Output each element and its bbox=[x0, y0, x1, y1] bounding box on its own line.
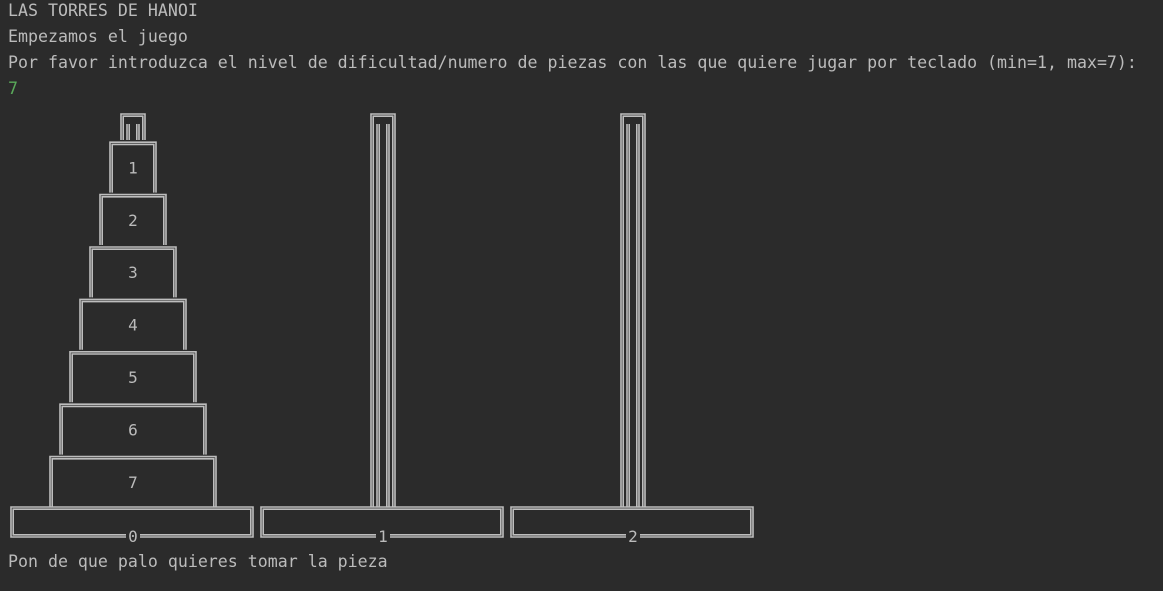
peg-pole-tip bbox=[120, 113, 146, 140]
peg-2[interactable]: 2 bbox=[510, 113, 754, 546]
disk-number: 3 bbox=[128, 263, 138, 282]
disk-number: 1 bbox=[128, 158, 138, 177]
peg-1[interactable]: 1 bbox=[260, 113, 504, 546]
peg-pole bbox=[370, 113, 396, 507]
peg-0[interactable]: 0 1 2 3 4 5 6 7 bbox=[10, 113, 254, 546]
disk-number: 7 bbox=[128, 473, 138, 492]
disk-5: 5 bbox=[69, 351, 197, 403]
disk-7: 7 bbox=[49, 455, 217, 507]
peg-pole bbox=[620, 113, 646, 507]
disk-1: 1 bbox=[109, 141, 157, 193]
hanoi-board: 0 1 2 3 4 5 6 7 1 2 bbox=[10, 113, 754, 546]
disk-3: 3 bbox=[89, 246, 177, 298]
disk-4: 4 bbox=[79, 298, 187, 350]
peg-label: 2 bbox=[628, 527, 638, 546]
disk-number: 6 bbox=[128, 420, 138, 439]
peg-label: 0 bbox=[128, 527, 138, 546]
disk-number: 4 bbox=[128, 316, 138, 335]
peg-label: 1 bbox=[378, 527, 388, 546]
disk-number: 2 bbox=[128, 211, 138, 230]
disk-2: 2 bbox=[99, 193, 167, 245]
disk-number: 5 bbox=[128, 368, 138, 387]
disk-6: 6 bbox=[59, 403, 207, 455]
peg-selection-prompt: Pon de que palo quieres tomar la pieza bbox=[8, 552, 388, 571]
